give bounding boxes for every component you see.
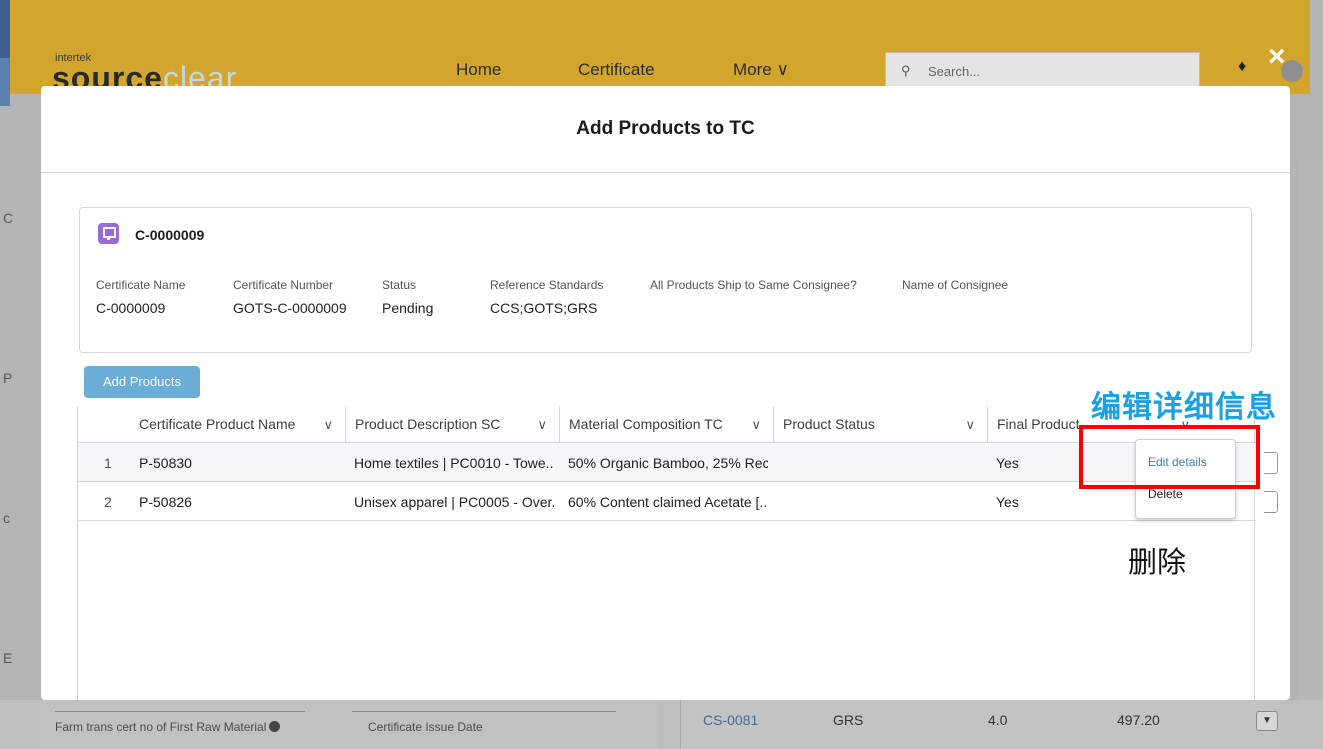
highlight-box [1079, 425, 1260, 489]
divider [352, 711, 616, 712]
left-strip-accent [0, 58, 10, 106]
certificate-icon [98, 223, 119, 244]
annotation-edit-label: 编辑详细信息 [1091, 390, 1277, 425]
annotation-delete-label: 删除 [1128, 545, 1187, 579]
row-product-name: P-50830 [139, 455, 192, 471]
chevron-down-icon[interactable]: ∨ [537, 406, 547, 443]
status-value: Pending [382, 300, 434, 316]
row-number: 1 [104, 455, 112, 471]
certificate-name-value: C-0000009 [96, 300, 166, 316]
chevron-down-icon[interactable]: ∨ [323, 406, 333, 443]
col-header-label: Final Product [997, 416, 1080, 432]
chevron-down-icon[interactable]: ▼ [1256, 711, 1278, 731]
row-final: Yes [996, 494, 1019, 510]
bg-field-text: Farm trans cert no of First Raw Material [55, 720, 267, 734]
bg-row-standard: GRS [833, 712, 864, 728]
col-header-label: Product Description SC [355, 416, 501, 432]
bg-table-section [680, 700, 1280, 749]
row-description: Unisex apparel | PC0005 - Over... [354, 494, 554, 510]
certificate-name-label: Certificate Name [96, 278, 186, 292]
row-action-button[interactable] [1264, 452, 1278, 474]
modal-header: Add Products to TC [41, 86, 1290, 173]
nav-more[interactable]: More ∨ [733, 60, 789, 80]
divider [55, 711, 305, 712]
bell-icon[interactable]: ♦ [1238, 58, 1246, 76]
add-products-button[interactable]: Add Products [84, 366, 200, 398]
bg-fragment: C [3, 210, 14, 226]
same-consignee-label: All Products Ship to Same Consignee? [650, 278, 857, 292]
bg-fragment: P [3, 370, 13, 386]
close-icon[interactable]: × [1268, 40, 1286, 74]
row-action-button[interactable] [1264, 491, 1278, 513]
row-final: Yes [996, 455, 1019, 471]
chevron-down-icon[interactable]: ∨ [965, 406, 975, 443]
certificate-number-label: Certificate Number [233, 278, 334, 292]
bg-field-label: Certificate Issue Date [368, 720, 483, 734]
consignee-name-label: Name of Consignee [902, 278, 1009, 292]
bg-row-version: 4.0 [988, 712, 1008, 728]
row-number: 2 [104, 494, 112, 510]
col-header-product-name[interactable]: Certificate Product Name ∨ [130, 406, 346, 443]
certificate-id: C-0000009 [135, 227, 205, 243]
search-icon: ⚲ [901, 63, 911, 78]
info-icon [269, 721, 281, 732]
reference-standards-value: CCS;GOTS;GRS [490, 300, 598, 316]
row-product-name: P-50826 [139, 494, 192, 510]
search-placeholder: Search... [928, 64, 981, 79]
certificate-card: C-0000009 Certificate Name C-0000009 Cer… [79, 207, 1252, 353]
row-material: 60% Content claimed Acetate [... [568, 494, 768, 510]
bg-fragment: c [3, 510, 10, 526]
row-description: Home textiles | PC0010 - Towe... [354, 455, 554, 471]
col-header-label: Product Status [783, 416, 875, 432]
global-search[interactable]: ⚲ Search... [885, 52, 1200, 90]
modal-title: Add Products to TC [576, 118, 755, 139]
certificate-number-value: GOTS-C-0000009 [233, 300, 347, 316]
nav-home[interactable]: Home [456, 60, 501, 80]
col-header-material[interactable]: Material Composition TC ∨ [560, 406, 774, 443]
bg-field-label: Farm trans cert no of First Raw Material [55, 720, 281, 734]
chevron-down-icon[interactable]: ∨ [751, 406, 761, 443]
col-header-label: Certificate Product Name [139, 416, 296, 432]
bg-row-link[interactable]: CS-0081 [703, 712, 758, 728]
col-header-status[interactable]: Product Status ∨ [774, 406, 988, 443]
row-material: 50% Organic Bamboo, 25% Rec... [568, 455, 768, 471]
col-header-description[interactable]: Product Description SC ∨ [346, 406, 560, 443]
app-header: intertek sourceclear Home Certificate Mo… [0, 0, 1310, 96]
nav-certificate[interactable]: Certificate [578, 60, 655, 80]
col-header-label: Material Composition TC [569, 416, 723, 432]
reference-standards-label: Reference Standards [490, 278, 604, 292]
bg-row-value: 497.20 [1117, 712, 1160, 728]
status-label: Status [382, 278, 417, 292]
bg-card [1298, 160, 1323, 720]
bg-fragment: E [3, 650, 13, 666]
